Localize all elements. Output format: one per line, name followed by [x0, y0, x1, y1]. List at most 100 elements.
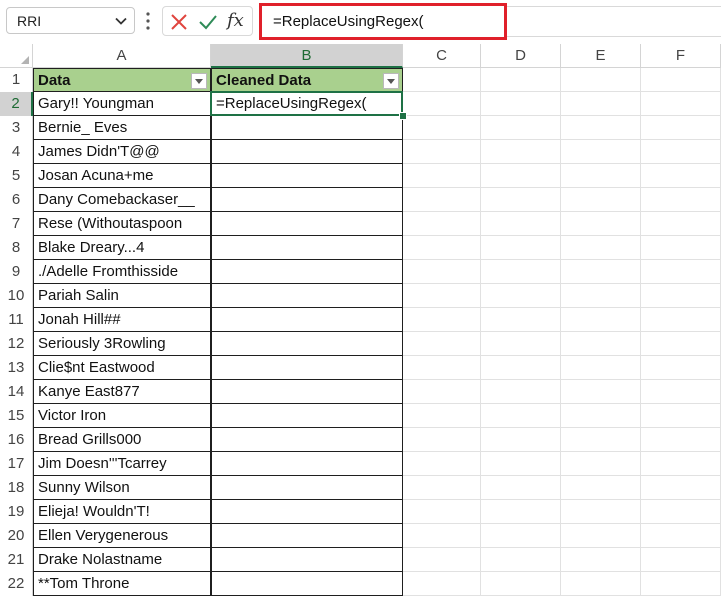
- grid-cell[interactable]: [403, 380, 481, 404]
- data-cell[interactable]: Sunny Wilson: [33, 476, 211, 500]
- name-box[interactable]: RRI: [6, 7, 135, 34]
- grid-cell[interactable]: [641, 188, 721, 212]
- cleaned-data-cell[interactable]: [211, 356, 403, 380]
- data-cell[interactable]: ./Adelle Fromthisside: [33, 260, 211, 284]
- data-cell[interactable]: Victor Iron: [33, 404, 211, 428]
- grid-cell[interactable]: [403, 188, 481, 212]
- cleaned-data-cell[interactable]: [211, 212, 403, 236]
- grid-cell[interactable]: [641, 92, 721, 116]
- column-header-a[interactable]: A: [33, 44, 211, 68]
- column-header-f[interactable]: F: [641, 44, 721, 68]
- grid-cell[interactable]: [481, 140, 561, 164]
- grid-cell[interactable]: [403, 164, 481, 188]
- grid-cell[interactable]: [481, 428, 561, 452]
- data-cell[interactable]: Josan Acuna+me: [33, 164, 211, 188]
- row-header-14[interactable]: 14: [0, 380, 33, 404]
- grid-cell[interactable]: [561, 188, 641, 212]
- cleaned-data-cell[interactable]: [211, 308, 403, 332]
- data-cell[interactable]: Gary!! Youngman: [33, 92, 211, 116]
- grid-cell[interactable]: [561, 212, 641, 236]
- row-header-8[interactable]: 8: [0, 236, 33, 260]
- row-header-7[interactable]: 7: [0, 212, 33, 236]
- data-cell[interactable]: Rese (Withoutaspoon: [33, 212, 211, 236]
- row-header-22[interactable]: 22: [0, 572, 33, 596]
- grid-cell[interactable]: [481, 116, 561, 140]
- grid-cell[interactable]: [641, 476, 721, 500]
- grid-cell[interactable]: [561, 68, 641, 92]
- grid-cell[interactable]: [561, 404, 641, 428]
- data-cell[interactable]: Blake Dreary...4: [33, 236, 211, 260]
- grid-cell[interactable]: [561, 236, 641, 260]
- cleaned-data-cell[interactable]: [211, 332, 403, 356]
- grid-cell[interactable]: [561, 380, 641, 404]
- filter-dropdown-button[interactable]: [191, 73, 207, 89]
- grid-cell[interactable]: [561, 260, 641, 284]
- row-header-13[interactable]: 13: [0, 356, 33, 380]
- grid-cell[interactable]: [561, 428, 641, 452]
- cleaned-data-cell[interactable]: [211, 164, 403, 188]
- row-header-4[interactable]: 4: [0, 140, 33, 164]
- grid-cell[interactable]: [481, 332, 561, 356]
- grid-cell[interactable]: [481, 572, 561, 596]
- row-header-3[interactable]: 3: [0, 116, 33, 140]
- row-header-1[interactable]: 1: [0, 68, 33, 92]
- data-cell[interactable]: Jim Doesn'''Tcarrey: [33, 452, 211, 476]
- grid-cell[interactable]: [481, 212, 561, 236]
- row-header-6[interactable]: 6: [0, 188, 33, 212]
- cleaned-data-cell[interactable]: [211, 548, 403, 572]
- cleaned-data-cell[interactable]: [211, 524, 403, 548]
- cleaned-data-cell[interactable]: [211, 452, 403, 476]
- table-header-cell[interactable]: Data: [33, 68, 211, 92]
- row-header-19[interactable]: 19: [0, 500, 33, 524]
- cancel-icon[interactable]: [170, 13, 188, 31]
- column-header-b[interactable]: B: [211, 44, 403, 68]
- cleaned-data-cell[interactable]: [211, 284, 403, 308]
- data-cell[interactable]: Seriously 3Rowling: [33, 332, 211, 356]
- data-cell[interactable]: Bread Grills000: [33, 428, 211, 452]
- grid-cell[interactable]: [403, 140, 481, 164]
- grid-cell[interactable]: [403, 524, 481, 548]
- grid-cell[interactable]: [641, 68, 721, 92]
- grid-cell[interactable]: [561, 116, 641, 140]
- cleaned-data-cell[interactable]: [211, 260, 403, 284]
- data-cell[interactable]: Clie$nt Eastwood: [33, 356, 211, 380]
- cleaned-data-cell[interactable]: [211, 188, 403, 212]
- row-header-12[interactable]: 12: [0, 332, 33, 356]
- grid-cell[interactable]: [481, 404, 561, 428]
- chevron-down-icon[interactable]: [114, 14, 128, 28]
- grid-cell[interactable]: [403, 212, 481, 236]
- grid-cell[interactable]: [403, 92, 481, 116]
- grid-cell[interactable]: [481, 260, 561, 284]
- filter-dropdown-button[interactable]: [383, 73, 399, 89]
- data-cell[interactable]: James Didn'T@@: [33, 140, 211, 164]
- data-cell[interactable]: Dany Comebackaser__: [33, 188, 211, 212]
- cleaned-data-cell[interactable]: [211, 380, 403, 404]
- grid-cell[interactable]: [481, 68, 561, 92]
- grid-cell[interactable]: [403, 476, 481, 500]
- grid-cell[interactable]: [403, 236, 481, 260]
- table-header-cell[interactable]: Cleaned Data: [211, 68, 403, 92]
- grid-cell[interactable]: [403, 428, 481, 452]
- grid-cell[interactable]: [561, 140, 641, 164]
- row-header-18[interactable]: 18: [0, 476, 33, 500]
- grid-cell[interactable]: [481, 92, 561, 116]
- grid-cell[interactable]: [403, 308, 481, 332]
- column-header-c[interactable]: C: [403, 44, 481, 68]
- grid-cell[interactable]: [641, 380, 721, 404]
- cleaned-data-cell[interactable]: [211, 236, 403, 260]
- data-cell[interactable]: Jonah Hill##: [33, 308, 211, 332]
- grid-cell[interactable]: [481, 548, 561, 572]
- data-cell[interactable]: Elieja! Wouldn'T!: [33, 500, 211, 524]
- grid-cell[interactable]: [641, 452, 721, 476]
- grid-cell[interactable]: [403, 404, 481, 428]
- grid-cell[interactable]: [641, 212, 721, 236]
- grid-cell[interactable]: [641, 260, 721, 284]
- grid-cell[interactable]: [403, 284, 481, 308]
- row-header-5[interactable]: 5: [0, 164, 33, 188]
- grid-cell[interactable]: [561, 308, 641, 332]
- grid-cell[interactable]: [641, 500, 721, 524]
- grid-cell[interactable]: [561, 356, 641, 380]
- grid-cell[interactable]: [481, 524, 561, 548]
- data-cell[interactable]: Bernie_ Eves: [33, 116, 211, 140]
- grid-cell[interactable]: [481, 308, 561, 332]
